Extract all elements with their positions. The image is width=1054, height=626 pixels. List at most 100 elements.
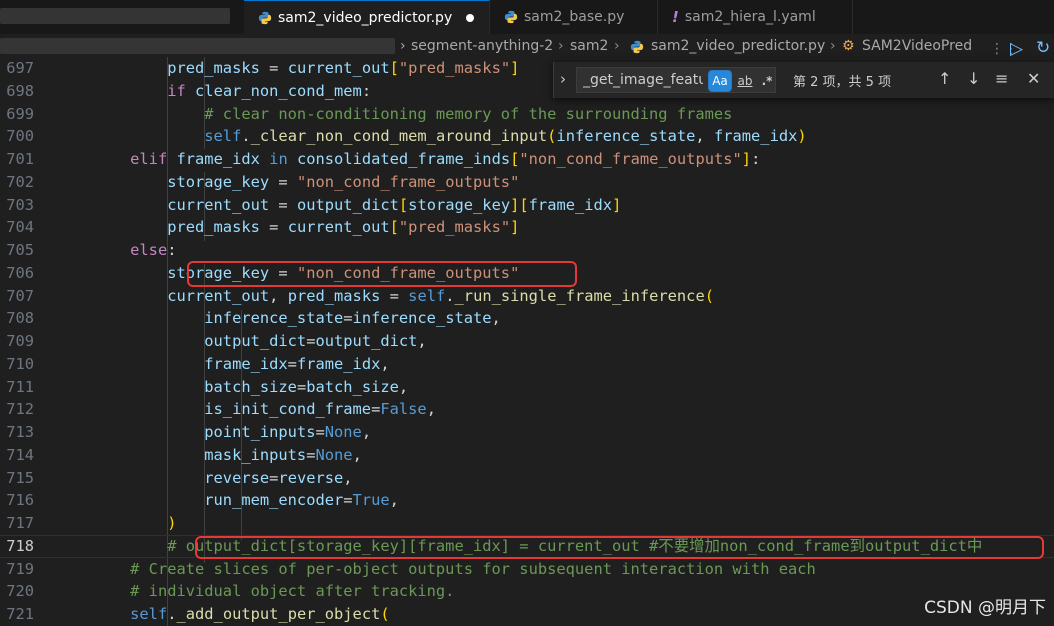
python-icon: [630, 40, 644, 54]
code-text: inference_state=inference_state,: [56, 307, 501, 330]
line-number: 707: [6, 286, 34, 305]
code-token: .: [241, 127, 251, 146]
modified-dot-icon[interactable]: [466, 13, 475, 22]
code-line[interactable]: 705 else:: [0, 239, 1054, 262]
blurred-region: [0, 8, 230, 24]
line-number: 718: [6, 536, 34, 555]
code-token: output_dict: [315, 332, 418, 350]
code-token: run_mem_encoder: [204, 491, 344, 510]
arrow-up-icon[interactable]: ↑: [938, 69, 951, 88]
exclamation-icon: !: [672, 8, 679, 26]
breadcrumb-item[interactable]: sam2: [570, 38, 608, 54]
breadcrumb-item[interactable]: segment-anything-2: [411, 38, 553, 54]
breadcrumb-item[interactable]: SAM2VideoPred: [862, 38, 972, 54]
whole-word-button[interactable]: ab: [735, 71, 755, 91]
blurred-region: [0, 38, 395, 54]
match-case-button[interactable]: Aa: [708, 70, 732, 92]
code-text: point_inputs=None,: [56, 421, 371, 444]
line-number: 721: [6, 605, 34, 623]
tab-sam2-video-predictor[interactable]: sam2_video_predictor.py: [244, 0, 490, 34]
code-token: ,: [398, 377, 409, 396]
breadcrumb-item[interactable]: sam2_video_predictor.py: [651, 38, 825, 54]
code-text: storage_key = "non_cond_frame_outputs": [56, 171, 519, 194]
continue-icon[interactable]: ▷: [1010, 39, 1023, 59]
code-text: current_out, pred_masks = self._run_sing…: [56, 285, 714, 308]
code-line[interactable]: 699 # clear non-conditioning memory of t…: [0, 103, 1054, 126]
code-line[interactable]: 701 elif frame_idx in consolidated_frame…: [0, 148, 1054, 171]
python-icon: [504, 10, 518, 24]
code-token: ]: [741, 150, 752, 168]
code-line[interactable]: 711 batch_size=batch_size,: [0, 376, 1054, 399]
code-token: is_init_cond_frame: [204, 400, 372, 419]
python-icon: [258, 11, 272, 24]
line-number: 720: [6, 582, 34, 601]
code-line[interactable]: 714 mask_inputs=None,: [0, 444, 1054, 467]
line-number: 700: [6, 127, 34, 146]
code-line[interactable]: 717 ): [0, 512, 1054, 535]
line-number: 719: [6, 559, 34, 578]
line-number: 701: [6, 150, 34, 168]
code-line[interactable]: 703 current_out = output_dict[storage_ke…: [0, 194, 1054, 217]
line-number: 713: [6, 423, 34, 441]
code-line[interactable]: 712 is_init_cond_frame=False,: [0, 398, 1054, 421]
code-token: _clear_non_cond_mem_around_input: [250, 127, 548, 146]
code-line[interactable]: 710 frame_idx=frame_idx,: [0, 353, 1054, 376]
code-token: _run_single_frame_inference: [454, 286, 705, 305]
code-text: elif frame_idx in consolidated_frame_ind…: [56, 148, 760, 171]
tab-sam2-hiera-yaml[interactable]: ! sam2_hiera_l.yaml: [658, 0, 853, 34]
line-number: 699: [6, 104, 34, 123]
line-number: 708: [6, 309, 34, 328]
code-token: "non_cond_frame_outputs": [296, 172, 520, 191]
line-number: 712: [6, 400, 34, 419]
code-token: self: [408, 286, 446, 305]
code-line[interactable]: 708 inference_state=inference_state,: [0, 307, 1054, 330]
code-token: =: [315, 423, 325, 441]
code-token: else: [130, 241, 168, 259]
code-text: batch_size=batch_size,: [56, 376, 408, 399]
code-line[interactable]: 721 self._add_output_per_object(: [0, 603, 1054, 626]
code-line[interactable]: 720 # individual object after tracking.: [0, 580, 1054, 603]
line-number: 698: [6, 81, 34, 100]
regex-button[interactable]: .*: [759, 71, 775, 91]
code-line[interactable]: 719 # Create slices of per-object output…: [0, 558, 1054, 581]
find-in-selection-icon[interactable]: ≡: [995, 69, 1008, 88]
code-token: ,: [352, 445, 362, 464]
code-line[interactable]: 702 storage_key = "non_cond_frame_output…: [0, 171, 1054, 194]
code-token: =: [259, 59, 288, 77]
breadcrumb-separator: ›: [558, 38, 564, 54]
code-line[interactable]: 715 reverse=reverse,: [0, 467, 1054, 490]
code-token: pred_masks: [167, 218, 260, 237]
code-text: output_dict=output_dict,: [56, 330, 426, 353]
code-token: frame_idx: [528, 195, 613, 214]
code-token: ,: [389, 491, 399, 510]
code-line[interactable]: 713 point_inputs=None,: [0, 421, 1054, 444]
code-token: point_inputs: [204, 423, 316, 441]
code-token: None: [324, 423, 362, 441]
code-line[interactable]: 709 output_dict=output_dict,: [0, 330, 1054, 353]
restart-icon[interactable]: ↻: [1036, 38, 1050, 58]
code-line[interactable]: 716 run_mem_encoder=True,: [0, 489, 1054, 512]
code-token: storage_key: [167, 172, 270, 191]
code-token: ,: [269, 286, 288, 305]
breadcrumb-separator: ›: [830, 38, 836, 54]
code-text: # clear non-conditioning memory of the s…: [56, 103, 732, 126]
close-icon[interactable]: ✕: [1027, 69, 1040, 88]
code-token: "pred_masks": [398, 59, 511, 77]
line-number: 714: [6, 445, 34, 464]
code-token: inference_state: [352, 309, 492, 328]
code-text: else:: [56, 239, 176, 262]
code-line[interactable]: 707 current_out, pred_masks = self._run_…: [0, 285, 1054, 308]
code-line[interactable]: 700 self._clear_non_cond_mem_around_inpu…: [0, 125, 1054, 148]
chevron-right-icon[interactable]: ›: [560, 70, 566, 88]
find-input[interactable]: [583, 70, 703, 90]
tab-sam2-base[interactable]: sam2_base.py: [490, 0, 658, 34]
code-token: =: [259, 218, 288, 237]
code-token: batch_size: [306, 377, 399, 396]
code-line[interactable]: 704 pred_masks = current_out["pred_masks…: [0, 216, 1054, 239]
arrow-down-icon[interactable]: ↓: [967, 69, 980, 88]
